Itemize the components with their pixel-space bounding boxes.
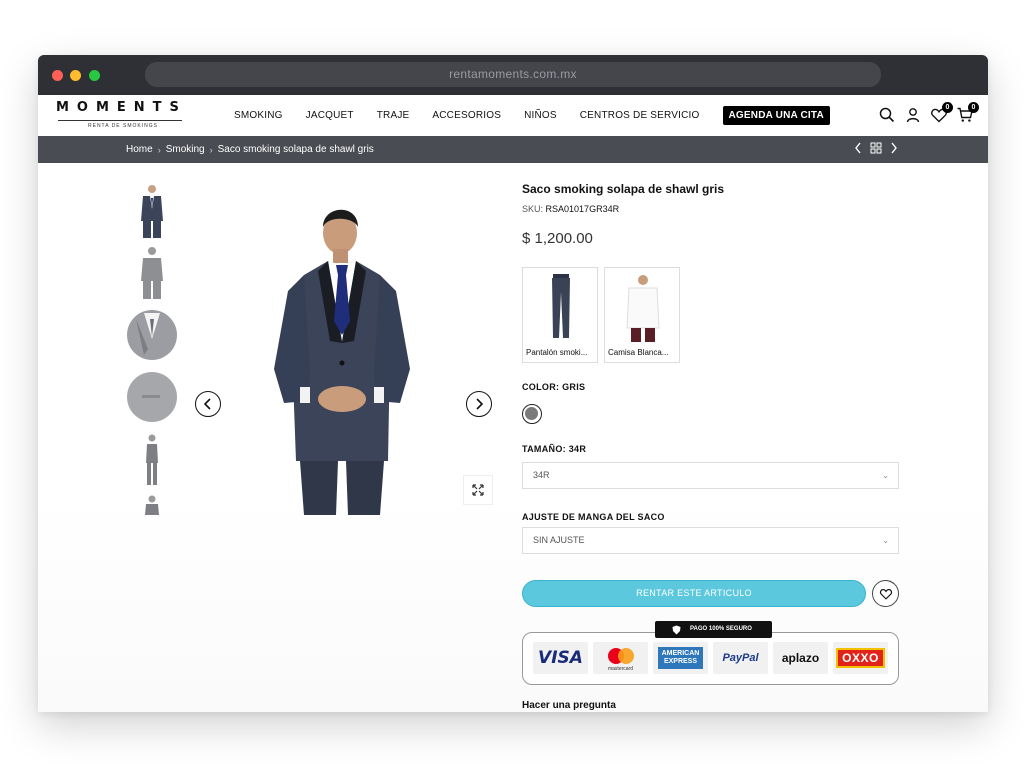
payment-methods-box: VISA mastercard AMERICAN EXPRESS PayPal … — [522, 632, 899, 685]
visa-logo: VISA — [533, 642, 588, 674]
color-swatch-gris[interactable] — [522, 404, 542, 424]
thumbnail-detail-lapel[interactable] — [126, 309, 178, 361]
image-prev-arrow[interactable] — [195, 391, 221, 417]
image-next-arrow[interactable] — [466, 391, 492, 417]
product-sku: SKU: RSA01017GR34R — [522, 204, 619, 214]
nav-item-jacquet[interactable]: JACQUET — [306, 110, 354, 121]
nav-item-centros-de-servicio[interactable]: CENTROS DE SERVICIO — [580, 110, 700, 121]
nav-item-ninos[interactable]: NIÑOS — [524, 110, 557, 121]
heart-icon — [879, 589, 892, 600]
thumbnail-detail-fabric[interactable] — [126, 371, 178, 423]
sku-value: RSA01017GR34R — [545, 204, 620, 214]
wishlist-count-badge: 0 — [942, 102, 953, 113]
color-swatch-fill — [525, 407, 538, 420]
secure-payment-badge: PAGO 100% SEGURO — [655, 621, 772, 638]
browser-window: rentamoments.com.mx MOMENTS RENTA DE SMO… — [38, 55, 988, 712]
rent-button[interactable]: RENTAR ESTE ARTICULO — [522, 580, 866, 607]
site-logo[interactable]: MOMENTS RENTA DE SMOKINGS — [56, 100, 186, 130]
next-product-icon[interactable] — [890, 142, 898, 157]
browser-titlebar: rentamoments.com.mx — [38, 55, 988, 95]
chevron-right-icon: › — [157, 144, 161, 155]
size-label: TAMAÑO: 34R — [522, 444, 587, 454]
breadcrumb-current: Saco smoking solapa de shawl gris — [217, 144, 374, 155]
mastercard-logo: mastercard — [593, 642, 648, 674]
logo-divider — [58, 120, 182, 121]
bundle-item-label: Pantalón smoki... — [526, 348, 588, 357]
chevron-down-icon: ⌄ — [882, 471, 889, 480]
site-header: MOMENTS RENTA DE SMOKINGS SMOKING JACQUE… — [38, 95, 988, 136]
product-navigation — [846, 142, 898, 157]
bundle-item-label: Camisa Blanca... — [608, 348, 669, 357]
search-icon[interactable] — [878, 106, 896, 124]
oxxo-logo: OXXO — [833, 642, 888, 674]
product-title: Saco smoking solapa de shawl gris — [522, 182, 725, 196]
add-to-wishlist-button[interactable] — [872, 580, 899, 607]
chevron-right-icon: › — [209, 144, 213, 155]
breadcrumb-smoking[interactable]: Smoking — [166, 144, 205, 155]
thumbnail-more[interactable] — [126, 493, 178, 515]
cart-count-badge: 0 — [968, 102, 979, 113]
prev-product-icon[interactable] — [854, 142, 862, 157]
zoom-button[interactable] — [463, 475, 493, 505]
product-price: $ 1,200.00 — [522, 230, 593, 247]
bundle-item-pants[interactable]: Pantalón smoki... — [522, 267, 598, 363]
size-select-value: 34R — [533, 470, 550, 480]
grid-icon[interactable] — [870, 142, 882, 157]
book-appointment-button[interactable]: AGENDA UNA CITA — [722, 106, 830, 125]
main-nav: SMOKING JACQUET TRAJE ACCESORIOS NIÑOS C… — [234, 95, 830, 136]
sleeve-label: AJUSTE DE MANGA DEL SACO — [522, 512, 665, 522]
nav-item-traje[interactable]: TRAJE — [377, 110, 410, 121]
secure-payment-text: PAGO 100% SEGURO — [690, 626, 752, 632]
maximize-window-button[interactable] — [89, 70, 100, 81]
payment-logos: VISA mastercard AMERICAN EXPRESS PayPal … — [533, 642, 893, 674]
chevron-down-icon: ⌄ — [882, 536, 889, 545]
sleeve-select[interactable]: SIN AJUSTE ⌄ — [522, 527, 899, 554]
ask-question-link[interactable]: Hacer una pregunta — [522, 700, 616, 711]
aplazo-logo: aplazo — [773, 642, 828, 674]
product-main-image[interactable] — [238, 191, 458, 515]
shield-icon — [672, 625, 681, 635]
nav-item-smoking[interactable]: SMOKING — [234, 110, 283, 121]
logo-text: MOMENTS — [56, 100, 187, 115]
cart-icon[interactable]: 0 — [956, 102, 979, 124]
close-window-button[interactable] — [52, 70, 63, 81]
thumbnail-side[interactable] — [126, 433, 178, 487]
paypal-logo: PayPal — [713, 642, 768, 674]
thumbnail-back[interactable] — [126, 245, 178, 301]
breadcrumb: Home › Smoking › Saco smoking solapa de … — [126, 136, 374, 163]
product-page: Saco smoking solapa de shawl gris SKU: R… — [38, 163, 988, 712]
thumbnail-front[interactable] — [126, 183, 178, 239]
sku-label: SKU: — [522, 204, 544, 214]
logo-subtitle: RENTA DE SMOKINGS — [88, 123, 158, 129]
expand-icon — [472, 484, 484, 496]
account-icon[interactable] — [904, 106, 922, 124]
breadcrumb-home[interactable]: Home — [126, 144, 153, 155]
address-bar[interactable]: rentamoments.com.mx — [145, 62, 881, 87]
header-icons: 0 0 — [870, 102, 979, 124]
bundle-item-shirt[interactable]: Camisa Blanca... — [604, 267, 680, 363]
breadcrumb-bar: Home › Smoking › Saco smoking solapa de … — [38, 136, 988, 163]
minimize-window-button[interactable] — [70, 70, 81, 81]
size-select[interactable]: 34R ⌄ — [522, 462, 899, 489]
sleeve-select-value: SIN AJUSTE — [533, 535, 585, 545]
wishlist-icon[interactable]: 0 — [930, 102, 953, 124]
amex-logo: AMERICAN EXPRESS — [653, 642, 708, 674]
nav-item-accesorios[interactable]: ACCESORIOS — [432, 110, 501, 121]
color-label: COLOR: GRIS — [522, 382, 586, 392]
